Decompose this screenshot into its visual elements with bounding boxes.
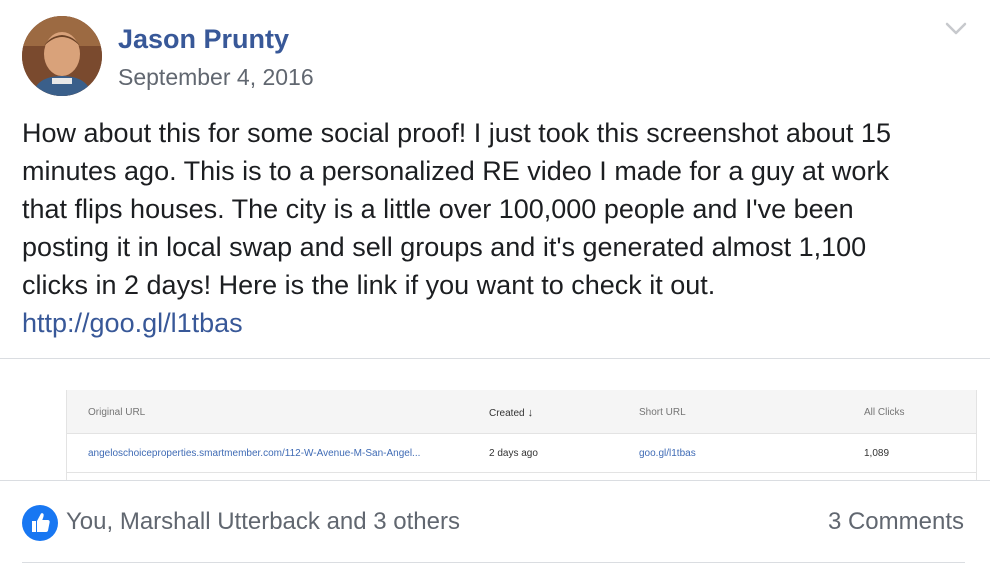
post-text-line: minutes ago. This is to a personalized R…: [22, 156, 889, 186]
header-all-clicks: All Clicks: [864, 407, 905, 418]
cell-created: 2 days ago: [489, 448, 538, 459]
table-header: Original URL Created ↓ Short URL All Clic…: [67, 390, 976, 434]
post-text: How about this for some social proof! I …: [22, 114, 977, 342]
header-created: Created ↓: [489, 407, 533, 419]
url-stats-table: Original URL Created ↓ Short URL All Clic…: [66, 390, 977, 480]
thumbs-up-icon[interactable]: [22, 505, 58, 541]
attached-screenshot[interactable]: Original URL Created ↓ Short URL All Clic…: [0, 359, 990, 480]
cell-short-url: goo.gl/l1tbas: [639, 448, 696, 459]
header-created-label: Created: [489, 408, 525, 419]
post-text-line: clicks in 2 days! Here is the link if yo…: [22, 270, 716, 300]
reactions-summary[interactable]: You, Marshall Utterback and 3 others: [66, 508, 460, 536]
cell-all-clicks: 1,089: [864, 448, 890, 459]
header-original-url: Original URL: [88, 407, 146, 418]
post-text-line: posting it in local swap and sell groups…: [22, 232, 867, 262]
footer-top-divider: [0, 480, 990, 481]
footer-divider: [22, 562, 965, 563]
arrow-down-icon: ↓: [527, 407, 534, 419]
cell-original-url: angeloschoiceproperties.smartmember.com/…: [88, 448, 421, 459]
chevron-down-icon[interactable]: [944, 20, 968, 38]
comments-count[interactable]: 3 Comments: [828, 508, 964, 536]
author-avatar[interactable]: [22, 16, 102, 96]
post-date[interactable]: September 4, 2016: [118, 64, 314, 91]
facebook-post: Jason Prunty September 4, 2016 How about…: [0, 0, 990, 568]
post-text-line: How about this for some social proof! I …: [22, 118, 891, 148]
author-name[interactable]: Jason Prunty: [118, 24, 289, 55]
post-link[interactable]: http://goo.gl/l1tbas: [22, 308, 243, 338]
header-short-url: Short URL: [639, 407, 686, 418]
table-row: angeloschoiceproperties.smartmember.com/…: [67, 434, 976, 473]
post-text-line: that flips houses. The city is a little …: [22, 194, 854, 224]
avatar-photo-icon: [22, 16, 102, 96]
